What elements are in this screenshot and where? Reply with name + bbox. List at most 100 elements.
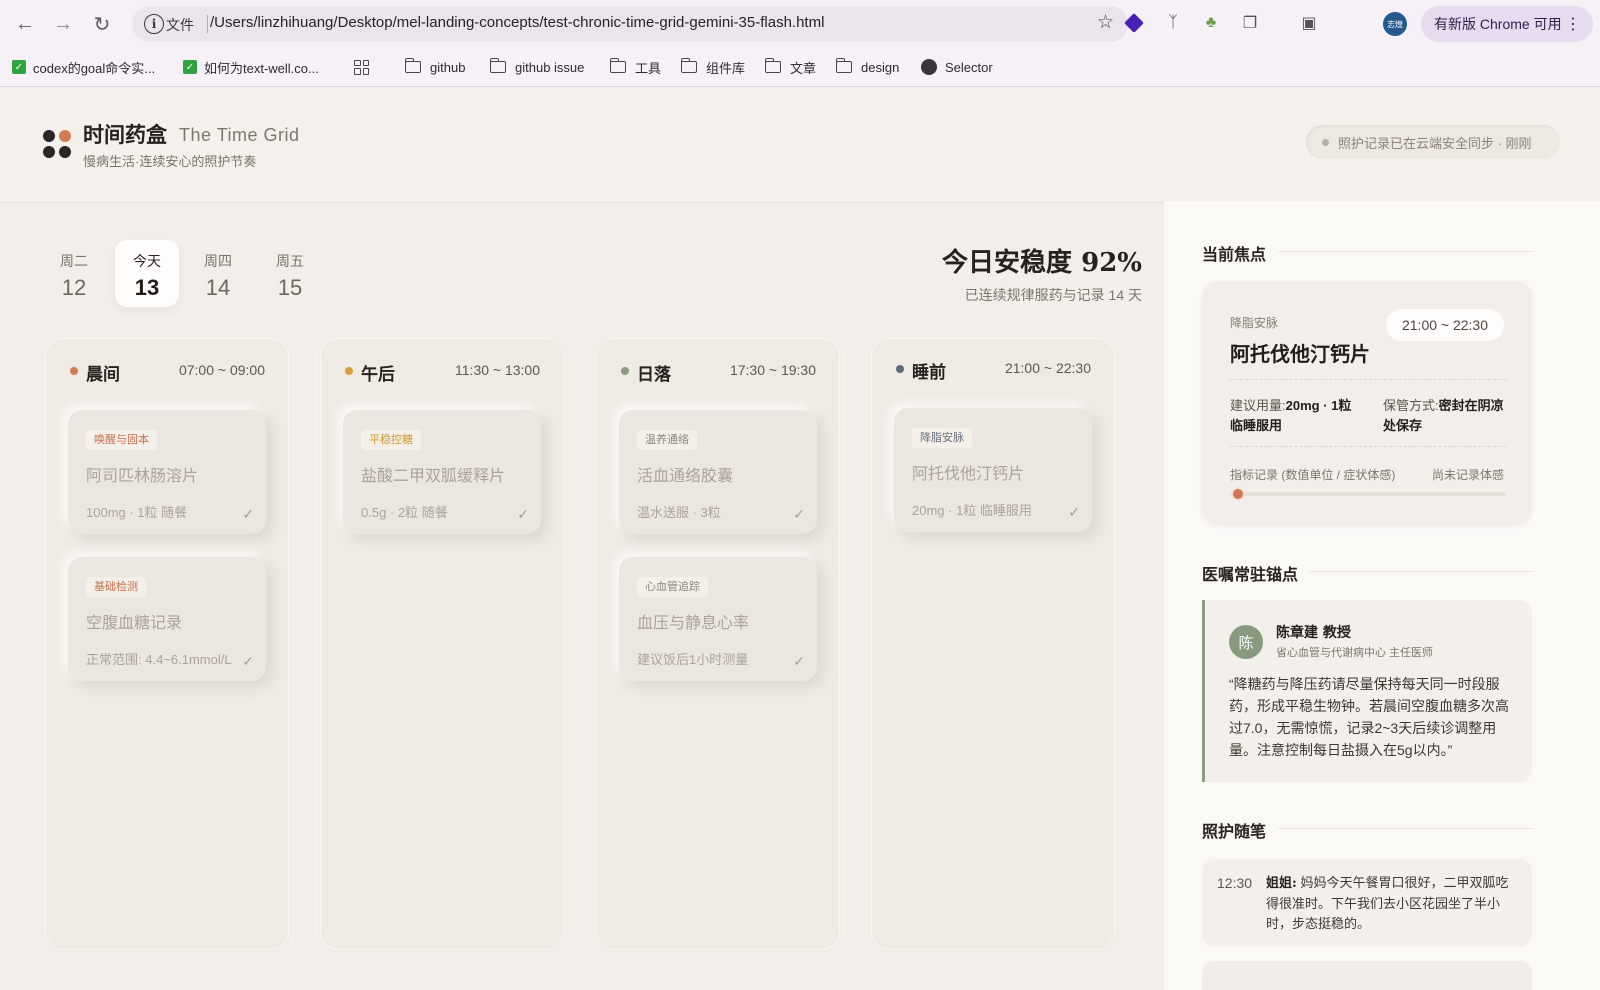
slot-dot-icon xyxy=(345,367,353,375)
check-icon[interactable]: ✓ xyxy=(793,506,805,523)
column-header: 晨间 07:00 ~ 09:00 xyxy=(45,360,289,385)
card-title: 阿司匹林肠溶片 xyxy=(86,466,199,485)
bookmark-label: github issue xyxy=(515,59,585,75)
scheme-label: 文件 xyxy=(166,17,194,33)
bookmark-folder[interactable]: 文章 xyxy=(764,56,816,78)
card-title: 活血通络胶囊 xyxy=(637,466,734,485)
streak-text: 已连续规律服药与记录 14 天 xyxy=(964,287,1142,303)
extensions-icon[interactable]: ❐ xyxy=(1238,11,1262,35)
side-panel: 当前焦点 降脂安脉 阿托伐他汀钙片 21:00 ~ 22:30 建议用量:20m… xyxy=(1164,201,1600,990)
care-note-item xyxy=(1202,961,1532,990)
card-meta: 建议饭后1小时测量 xyxy=(637,652,749,667)
gemini-extension-icon[interactable] xyxy=(1122,11,1146,35)
bookmark-folder[interactable]: 组件库 xyxy=(680,56,746,78)
check-icon[interactable]: ✓ xyxy=(517,506,529,523)
check-icon[interactable]: ✓ xyxy=(793,653,805,670)
check-icon[interactable]: ✓ xyxy=(1068,504,1080,521)
medication-card[interactable]: 平稳控糖 盐酸二甲双胍缓释片 0.5g · 2粒 随餐 ✓ xyxy=(343,410,541,534)
check-icon: ✓ xyxy=(183,60,197,74)
medication-card[interactable]: 基础检测 空腹血糖记录 正常范围: 4.4~6.1mmol/L ✓ xyxy=(68,557,266,681)
bookmark-label: 工具 xyxy=(635,60,662,76)
day-number: 14 xyxy=(205,275,231,300)
bookmark-folder[interactable]: github xyxy=(404,56,466,78)
puzzle-extension-icon[interactable]: ♣ xyxy=(1199,11,1223,35)
doctor-note-card: 陈 陈章建 教授 省心血管与代谢病中心 主任医师 “降糖药与降压药请尽量保持每天… xyxy=(1202,600,1532,782)
day-number: 13 xyxy=(134,275,160,300)
folder-icon xyxy=(764,58,781,73)
record-status: 尚未记录体感 xyxy=(1431,468,1504,482)
tab-search-icon[interactable]: ▣ xyxy=(1297,11,1321,35)
bookmark-label: codex的goal命令实... xyxy=(33,60,156,76)
divider xyxy=(1278,251,1534,252)
address-bar[interactable]: i 文件 /Users/linzhihuang/Desktop/mel-land… xyxy=(132,6,1128,42)
card-title: 血压与静息心率 xyxy=(637,613,750,632)
chrome-update-button[interactable]: 有新版 Chrome 可用 ⋮ xyxy=(1421,6,1593,42)
card-title: 空腹血糖记录 xyxy=(86,613,183,632)
card-tag: 降脂安脉 xyxy=(912,428,972,448)
bookmark-folder[interactable]: design xyxy=(835,56,900,78)
day-number: 15 xyxy=(277,275,303,300)
note-author: 姐姐: xyxy=(1266,876,1297,891)
bookmark-item[interactable]: Selector xyxy=(921,56,993,78)
card-meta: 正常范围: 4.4~6.1mmol/L xyxy=(86,652,232,667)
dose-label: 建议用量: xyxy=(1230,398,1286,413)
slot-dot-icon xyxy=(621,367,629,375)
medication-card[interactable]: 降脂安脉 阿托伐他汀钙片 20mg · 1粒 临睡服用 ✓ xyxy=(894,408,1092,532)
apps-grid-icon[interactable] xyxy=(354,56,369,78)
avatar: 陈 xyxy=(1229,625,1263,659)
note-time: 12:30 xyxy=(1217,875,1253,891)
column-header: 日落 17:30 ~ 19:30 xyxy=(596,360,840,385)
logo-icon xyxy=(43,130,71,158)
card-title: 阿托伐他汀钙片 xyxy=(912,464,1025,483)
day-label: 今天 xyxy=(133,253,161,269)
storage-label: 保管方式: xyxy=(1383,398,1439,413)
divider xyxy=(1278,828,1534,829)
status-dot-icon xyxy=(1322,138,1329,146)
symptom-slider-handle[interactable] xyxy=(1231,487,1245,501)
reload-button[interactable]: ↻ xyxy=(88,10,116,38)
medication-card[interactable]: 唤醒与固本 阿司匹林肠溶片 100mg · 1粒 随餐 ✓ xyxy=(68,410,266,534)
focus-card: 降脂安脉 阿托伐他汀钙片 21:00 ~ 22:30 建议用量:20mg · 1… xyxy=(1202,281,1532,525)
url-text[interactable]: /Users/linzhihuang/Desktop/mel-landing-c… xyxy=(210,14,824,31)
slot-dot-icon xyxy=(70,367,78,375)
check-icon: ✓ xyxy=(12,60,26,74)
day-tab-thu[interactable]: 周四 14 xyxy=(186,240,250,307)
slot-time: 17:30 ~ 19:30 xyxy=(729,362,816,378)
card-meta: 100mg · 1粒 随餐 xyxy=(86,505,188,520)
medication-card[interactable]: 温养通络 活血通络胶囊 温水送服 · 3粒 ✓ xyxy=(619,410,817,534)
folder-icon xyxy=(835,58,852,73)
profile-avatar[interactable]: 志煌 xyxy=(1383,12,1407,36)
card-tag: 唤醒与固本 xyxy=(86,430,157,450)
divider xyxy=(1230,446,1506,447)
bookmark-label: github xyxy=(430,59,466,75)
bookmark-folder[interactable]: github issue xyxy=(489,56,585,78)
update-label: 有新版 Chrome 可用 xyxy=(1434,16,1562,32)
bookmark-folder[interactable]: 工具 xyxy=(609,56,662,78)
bookmarks-bar: ✓ codex的goal命令实... ✓ 如何为text-well.co... gi… xyxy=(0,52,1600,82)
check-icon[interactable]: ✓ xyxy=(242,506,254,523)
medication-card[interactable]: 心血管追踪 血压与静息心率 建议饭后1小时测量 ✓ xyxy=(619,557,817,681)
app-tagline: 慢病生活·连续安心的照护节奏 xyxy=(83,154,257,169)
menu-dots-icon[interactable]: ⋮ xyxy=(1565,14,1581,34)
divider xyxy=(1309,571,1534,572)
day-tab-today[interactable]: 今天 13 xyxy=(115,240,179,307)
bookmark-label: design xyxy=(861,59,900,75)
check-icon[interactable]: ✓ xyxy=(242,653,254,670)
back-button[interactable]: ← xyxy=(11,10,39,38)
focus-tag: 降脂安脉 xyxy=(1230,316,1279,330)
bookmark-label: 组件库 xyxy=(706,60,746,76)
bookmark-star-icon[interactable]: ☆ xyxy=(1097,11,1114,34)
slot-name: 午后 xyxy=(361,365,395,385)
day-tab-fri[interactable]: 周五 15 xyxy=(258,240,322,307)
translate-extension-icon[interactable]: ᛉ xyxy=(1161,11,1185,35)
bookmark-item[interactable]: ✓ codex的goal命令实... xyxy=(12,56,155,78)
card-tag: 心血管追踪 xyxy=(637,577,708,597)
symptom-slider-track[interactable] xyxy=(1230,492,1506,496)
card-meta: 温水送服 · 3粒 xyxy=(637,505,721,520)
slot-dot-icon xyxy=(896,365,904,373)
site-info-icon[interactable]: i xyxy=(144,14,164,34)
sync-status-text: 照护记录已在云端安全同步 · 刚刚 xyxy=(1338,135,1532,151)
forward-button[interactable]: → xyxy=(49,10,77,38)
bookmark-item[interactable]: ✓ 如何为text-well.co... xyxy=(183,56,319,78)
day-tab-tue[interactable]: 周二 12 xyxy=(42,240,106,307)
